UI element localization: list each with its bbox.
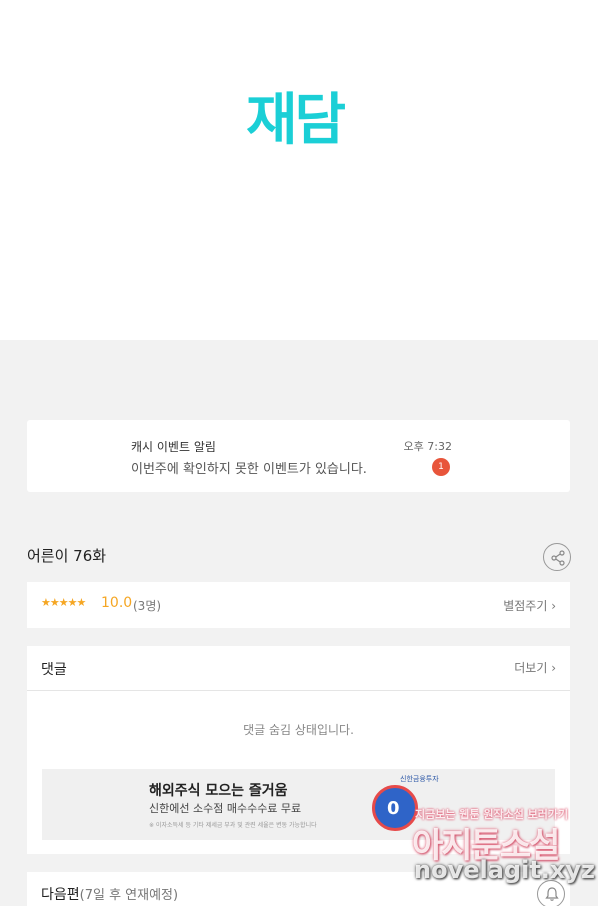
- bell-icon: [545, 887, 559, 901]
- notification-title: 캐시 이벤트 알림: [131, 440, 216, 454]
- comment-header: 댓글: [41, 662, 67, 678]
- episode-title: 어른이 76화: [27, 547, 107, 565]
- ad-fine-print: ※ 이자소득세 등 기타 제세금 부과 및 관련 세율은 변동 가능합니다: [149, 822, 317, 829]
- rating-card: ★★★★★ 10.0 (3명) 별점주기 ›: [27, 582, 570, 628]
- notification-time: 오후 7:32: [403, 440, 452, 453]
- next-episode-schedule: (7일 후 연재예정): [79, 888, 179, 903]
- rating-score: 10.0: [101, 595, 133, 611]
- rating-stars: ★★★★★: [41, 596, 86, 609]
- rate-button[interactable]: 별점주기 ›: [503, 597, 556, 614]
- app-logo: 재담: [246, 88, 346, 153]
- share-icon: [551, 550, 565, 566]
- notification-badge: 1: [432, 458, 450, 476]
- ad-brand-label: 신한금융투자: [400, 775, 439, 783]
- divider: [27, 690, 570, 691]
- notification-message: 이번주에 확인하지 못한 이벤트가 있습니다.: [131, 462, 367, 477]
- rating-count: (3명): [133, 599, 162, 613]
- share-button[interactable]: [543, 543, 571, 571]
- ad-subtitle: 신한에선 소수점 매수수수료 무료: [149, 802, 302, 815]
- watermark-url: novelagit.xyz: [414, 856, 596, 884]
- next-episode-label: 다음편: [41, 887, 80, 903]
- comment-hidden-message: 댓글 숨김 상태입니다.: [243, 723, 354, 737]
- next-episode-title: 다음편(7일 후 연재예정): [41, 884, 178, 904]
- notification-card[interactable]: 캐시 이벤트 알림 오후 7:32 이번주에 확인하지 못한 이벤트가 있습니다…: [27, 420, 570, 492]
- ad-title: 해외주식 모으는 즐거움: [149, 783, 288, 799]
- comment-more-button[interactable]: 더보기 ›: [514, 659, 556, 676]
- logo-banner: 재담: [0, 0, 598, 340]
- ad-badge-text: 0: [387, 798, 400, 819]
